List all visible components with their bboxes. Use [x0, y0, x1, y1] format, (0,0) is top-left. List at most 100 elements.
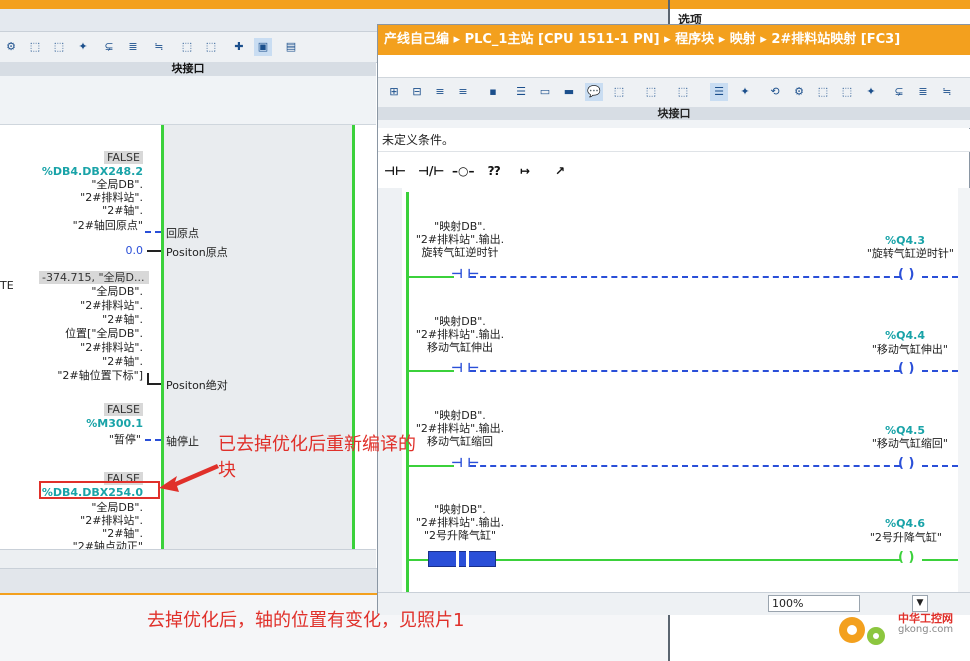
operand-line: "暂停" — [108, 433, 141, 446]
empty-box-button[interactable]: ⁇ — [488, 160, 500, 182]
top-accent-bar — [0, 0, 970, 9]
toolbar-icon[interactable]: ▪ — [484, 83, 502, 101]
selected-contact[interactable] — [428, 551, 496, 567]
toolbar-icon[interactable]: ▭ — [536, 83, 554, 101]
operand-line: "2#轴". — [102, 355, 143, 368]
annotation-caption: 去掉优化后，轴的位置有变化，见照片1 — [147, 610, 465, 631]
toolbar-icon[interactable]: ⬚ — [202, 38, 220, 56]
window-breadcrumb-title[interactable]: 产线自己编 ▸ PLC_1主站 [CPU 1511-1 PN] ▸ 程序块 ▸ … — [378, 25, 970, 55]
unpowered-wire — [922, 465, 958, 467]
arrow-shape — [159, 464, 219, 492]
coil-operand: "移动气缸伸出" — [871, 343, 948, 356]
horizontal-scrollbar[interactable] — [0, 549, 376, 569]
operand-line: "2#轴点动正" — [72, 540, 143, 549]
block-interface-label[interactable]: 块接口 — [0, 62, 376, 76]
energized-wire — [408, 276, 454, 278]
value-badge: FALSE — [104, 403, 143, 416]
toolbar-icon[interactable]: ⬚ — [178, 38, 196, 56]
network-delete-icon[interactable]: ⊟ — [408, 83, 426, 101]
toolbar-icon[interactable]: ▤ — [282, 38, 300, 56]
toolbar-icon[interactable]: ⬚ — [674, 83, 692, 101]
normally-open-contact-button[interactable]: ⊣⊢ — [384, 160, 406, 182]
coil[interactable]: ( ) — [898, 551, 914, 564]
toolbar-icon[interactable]: ⬚ — [642, 83, 660, 101]
toolbar-icon[interactable]: ≒ — [150, 38, 168, 56]
toolbar-icon[interactable]: ⊊ — [890, 83, 908, 101]
interface-area — [378, 120, 970, 128]
annotation-highlight-box — [39, 481, 160, 499]
normally-open-contact[interactable]: ⊣ ⊢ — [451, 362, 479, 375]
contact-operand-line: "2#排料站".输出. — [415, 233, 505, 246]
toolbar-icon[interactable]: ⟲ — [766, 83, 784, 101]
toolbar-icon[interactable]: ✦ — [74, 38, 92, 56]
coil-address: %Q4.4 — [885, 329, 925, 342]
close-branch-button[interactable]: ↗ — [555, 160, 565, 182]
toolbar-icon[interactable]: ⚙ — [2, 38, 20, 56]
window-header-gap — [378, 55, 970, 77]
network-gutter — [378, 188, 402, 592]
coil-button[interactable]: –○– — [452, 160, 474, 182]
toolbar-icon[interactable]: ≡ — [431, 83, 449, 101]
coil-operand: "旋转气缸逆时针" — [866, 247, 954, 260]
network-comment: 未定义条件。 — [378, 129, 970, 152]
toolbar-icon[interactable]: ✦ — [862, 83, 880, 101]
toolbar-icon[interactable]: ☰ — [512, 83, 530, 101]
toolbar-icon[interactable]: ⬚ — [26, 38, 44, 56]
value-label: 0.0 — [125, 244, 144, 257]
address-label: %M300.1 — [86, 417, 143, 430]
toolbar-icon[interactable]: ⬚ — [814, 83, 832, 101]
power-rail — [352, 125, 355, 549]
contact-operand-line: "2#排料站".输出. — [415, 422, 505, 435]
toolbar-icon[interactable]: ⬚ — [838, 83, 856, 101]
toolbar-icon[interactable]: ≣ — [914, 83, 932, 101]
normally-open-contact[interactable]: ⊣ ⊢ — [451, 457, 479, 470]
annotation-note: 已去掉优化后重新编译的块 — [218, 434, 416, 481]
unpowered-wire — [470, 370, 900, 372]
toolbar-icon[interactable]: ≣ — [124, 38, 142, 56]
comment-icon[interactable]: 💬 — [585, 83, 603, 101]
breadcrumb: 产线自己编 ▸ PLC_1主站 [CPU 1511-1 PN] ▸ 程序块 ▸ … — [384, 32, 901, 47]
contact-operand-line: 移动气缸缩回 — [427, 435, 493, 448]
coil-address: %Q4.3 — [885, 234, 925, 247]
toolbar-icon[interactable]: ⚙ — [790, 83, 808, 101]
contact-operand-line: "2#排料站".输出. — [415, 328, 505, 341]
operand-line: "2#轴". — [102, 527, 143, 540]
contact-operand-line: "2#排料站".输出. — [415, 516, 505, 529]
contact-operand-line: "映射DB". — [434, 315, 486, 328]
toolbar-icon[interactable]: ☰ — [710, 83, 728, 101]
toolbar-icon[interactable]: ✚ — [230, 38, 248, 56]
normally-open-contact[interactable]: ⊣ ⊢ — [451, 268, 479, 281]
watermark-url: gkong.com — [898, 624, 954, 635]
operand-line: "2#轴". — [102, 313, 143, 326]
normally-closed-contact-button[interactable]: ⊣/⊢ — [418, 160, 444, 182]
toolbar-icon[interactable]: ⬚ — [610, 83, 628, 101]
open-branch-button[interactable]: ↦ — [520, 160, 530, 182]
contact-bar — [456, 551, 459, 567]
pin-label: 轴停止 — [166, 435, 199, 448]
energized-wire — [408, 559, 428, 561]
operand-line: "2#排料站". — [80, 514, 143, 527]
toolbar-icon[interactable]: ⊊ — [100, 38, 118, 56]
contact-operand-line: "映射DB". — [434, 409, 486, 422]
coil[interactable]: ( ) — [898, 457, 914, 470]
gear-hole — [847, 625, 857, 635]
toolbar-icon[interactable]: ≡ — [454, 83, 472, 101]
address-label: %DB4.DBX248.2 — [41, 165, 143, 178]
operand-line: "2#轴回原点" — [72, 219, 143, 232]
coil[interactable]: ( ) — [898, 362, 914, 375]
vertical-scrollbar[interactable] — [958, 188, 970, 592]
network-insert-icon[interactable]: ⊞ — [385, 83, 403, 101]
coil[interactable]: ( ) — [898, 268, 914, 281]
zoom-value: 100% — [772, 597, 804, 610]
toolbar-icon[interactable]: ✦ — [736, 83, 754, 101]
toolbar-icon[interactable]: ▣ — [254, 38, 272, 56]
coil-operand: "2号升降气缸" — [869, 531, 942, 544]
toolbar-icon[interactable]: ▬ — [560, 83, 578, 101]
contact-operand-line: "2号升降气缸" — [423, 529, 497, 542]
unpowered-wire — [922, 370, 958, 372]
toolbar-icon[interactable]: ≒ — [938, 83, 956, 101]
block-interface-label[interactable]: 块接口 — [378, 107, 970, 120]
operand-line: "2#排料站". — [80, 191, 143, 204]
unpowered-wire — [470, 465, 900, 467]
toolbar-icon[interactable]: ⬚ — [50, 38, 68, 56]
